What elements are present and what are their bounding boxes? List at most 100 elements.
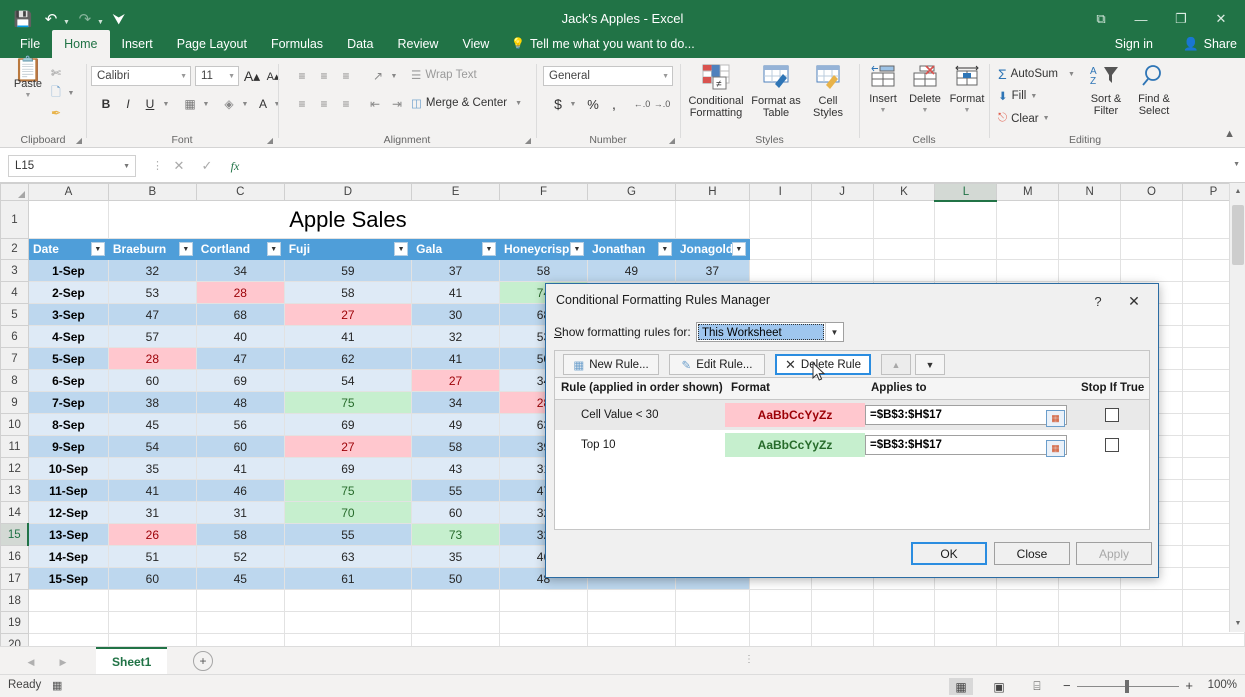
cell-O18[interactable] bbox=[1120, 589, 1183, 612]
tab-formulas[interactable]: Formulas bbox=[259, 30, 335, 58]
cell-D4[interactable]: 58 bbox=[283, 281, 413, 304]
column-header-g[interactable]: G bbox=[586, 183, 676, 201]
name-box[interactable]: L15 ▼ bbox=[8, 155, 136, 177]
tab-file[interactable]: File bbox=[8, 30, 52, 58]
applies-to-input[interactable]: =$B$3:$H$17 bbox=[865, 435, 1067, 455]
column-header-a[interactable]: A bbox=[27, 183, 109, 201]
cell-B18[interactable] bbox=[107, 589, 197, 612]
cell-J18[interactable] bbox=[810, 589, 874, 612]
filter-dropdown-icon[interactable]: ▼ bbox=[266, 242, 281, 256]
clear-button[interactable]: ⎋ Clear ▼ bbox=[998, 112, 1050, 125]
cell-I3[interactable] bbox=[748, 259, 812, 282]
cell-O1[interactable] bbox=[1120, 200, 1183, 239]
borders-dropdown-icon[interactable]: ▼ bbox=[200, 94, 212, 114]
collapse-ribbon-icon[interactable]: ▲ bbox=[1224, 128, 1235, 140]
copy-icon[interactable]: 🗋 bbox=[46, 84, 66, 102]
cell-O19[interactable] bbox=[1120, 611, 1183, 634]
format-dropdown-icon[interactable]: ▼ bbox=[946, 105, 988, 117]
range-picker-icon[interactable]: ▦ bbox=[1046, 410, 1065, 427]
column-header-h[interactable]: H bbox=[674, 183, 750, 201]
scroll-down-icon[interactable]: ▼ bbox=[1230, 615, 1245, 632]
zoom-in-icon[interactable]: + bbox=[1185, 678, 1193, 693]
row-header-18[interactable]: 18 bbox=[0, 589, 29, 612]
cell-I1[interactable] bbox=[748, 200, 812, 239]
cell-D13[interactable]: 75 bbox=[283, 479, 413, 502]
row-header-14[interactable]: 14 bbox=[0, 501, 29, 524]
cell-A7[interactable]: 5-Sep bbox=[27, 347, 109, 370]
scroll-up-icon[interactable]: ▲ bbox=[1230, 183, 1245, 200]
cell-E8[interactable]: 27 bbox=[411, 369, 500, 392]
find-select-button[interactable]: Find & Select bbox=[1130, 64, 1178, 117]
cell-K18[interactable] bbox=[872, 589, 936, 612]
cell-E5[interactable]: 30 bbox=[411, 303, 500, 326]
cell-E15[interactable]: 73 bbox=[411, 523, 500, 546]
cell-A6[interactable]: 4-Sep bbox=[27, 325, 109, 348]
table-header-cell[interactable]: Fuji ▼ bbox=[283, 238, 413, 260]
cell-F1[interactable] bbox=[499, 200, 588, 239]
add-sheet-icon[interactable]: + bbox=[193, 651, 213, 671]
cell-H3[interactable]: 37 bbox=[674, 259, 750, 282]
cell-A13[interactable]: 11-Sep bbox=[27, 479, 109, 502]
column-header-o[interactable]: O bbox=[1120, 183, 1183, 201]
applies-to-input[interactable]: =$B$3:$H$17 bbox=[865, 405, 1067, 425]
cell-C8[interactable]: 69 bbox=[195, 369, 285, 392]
cell-C12[interactable]: 41 bbox=[195, 457, 285, 480]
fill-dropdown-icon[interactable]: ▼ bbox=[1030, 93, 1037, 100]
cell-D10[interactable]: 69 bbox=[283, 413, 413, 436]
cell-E6[interactable]: 32 bbox=[411, 325, 500, 348]
cell-E11[interactable]: 58 bbox=[411, 435, 500, 458]
font-name-dropdown-icon[interactable]: ▼ bbox=[180, 73, 187, 80]
cell-E10[interactable]: 49 bbox=[411, 413, 500, 436]
cell-C1[interactable] bbox=[196, 200, 285, 239]
table-header-cell[interactable]: Date ▼ bbox=[27, 238, 109, 260]
cell-B10[interactable]: 45 bbox=[107, 413, 197, 436]
align-bottom-icon[interactable]: ≡ bbox=[335, 66, 357, 86]
orientation-icon[interactable]: ↗ bbox=[367, 66, 389, 86]
number-dialog-launcher[interactable]: ◢ bbox=[669, 136, 675, 145]
next-sheet-icon[interactable]: ▶ bbox=[52, 653, 74, 671]
share-button[interactable]: 👤 Share bbox=[1183, 30, 1237, 58]
number-format-select[interactable]: General ▼ bbox=[543, 66, 673, 86]
cell-B7[interactable]: 28 bbox=[107, 347, 197, 370]
cell-C3[interactable]: 34 bbox=[195, 259, 285, 282]
insert-dropdown-icon[interactable]: ▼ bbox=[862, 105, 904, 117]
font-size-input[interactable]: 11 ▼ bbox=[195, 66, 239, 86]
row-header-13[interactable]: 13 bbox=[0, 479, 29, 502]
cell-I19[interactable] bbox=[748, 611, 812, 634]
row-header-2[interactable]: 2 bbox=[0, 238, 29, 260]
currency-dropdown-icon[interactable]: ▼ bbox=[567, 94, 579, 114]
cell-C13[interactable]: 46 bbox=[195, 479, 285, 502]
cell-E9[interactable]: 34 bbox=[411, 391, 500, 414]
column-header-i[interactable]: I bbox=[748, 183, 812, 201]
percent-style-icon[interactable]: % bbox=[583, 94, 603, 114]
cut-icon[interactable]: ✄ bbox=[46, 64, 66, 82]
expand-formula-bar-icon[interactable]: ▼ bbox=[1233, 161, 1240, 168]
cell-B19[interactable] bbox=[107, 611, 197, 634]
cell-D18[interactable] bbox=[283, 589, 413, 612]
move-rule-up-button[interactable]: ▲ bbox=[881, 354, 911, 375]
cell-M2[interactable] bbox=[996, 238, 1060, 260]
column-header-d[interactable]: D bbox=[283, 183, 413, 201]
cell-A15[interactable]: 13-Sep bbox=[27, 523, 109, 546]
cell-E18[interactable] bbox=[411, 589, 500, 612]
cell-D17[interactable]: 61 bbox=[283, 567, 413, 590]
zoom-slider[interactable]: − + bbox=[1063, 678, 1193, 695]
filter-dropdown-icon[interactable]: ▼ bbox=[394, 242, 409, 256]
fill-color-dropdown-icon[interactable]: ▼ bbox=[239, 94, 251, 114]
filter-dropdown-icon[interactable]: ▼ bbox=[657, 242, 672, 256]
cell-B5[interactable]: 47 bbox=[107, 303, 197, 326]
fill-button[interactable]: ⬇ Fill ▼ bbox=[998, 89, 1037, 103]
cell-E12[interactable]: 43 bbox=[411, 457, 500, 480]
cell-E16[interactable]: 35 bbox=[411, 545, 500, 568]
font-dialog-launcher[interactable]: ◢ bbox=[267, 136, 273, 145]
paste-button[interactable]: 📋 Paste ▼ bbox=[4, 58, 52, 102]
cell-A17[interactable]: 15-Sep bbox=[27, 567, 109, 590]
cell-B12[interactable]: 35 bbox=[107, 457, 197, 480]
cell-B14[interactable]: 31 bbox=[107, 501, 197, 524]
tab-home[interactable]: Home bbox=[52, 30, 110, 58]
range-picker-icon[interactable]: ▦ bbox=[1046, 440, 1065, 457]
table-header-cell[interactable]: Jonathan ▼ bbox=[586, 238, 676, 260]
row-header-12[interactable]: 12 bbox=[0, 457, 29, 480]
cell-A9[interactable]: 7-Sep bbox=[27, 391, 109, 414]
cell-C16[interactable]: 52 bbox=[195, 545, 285, 568]
